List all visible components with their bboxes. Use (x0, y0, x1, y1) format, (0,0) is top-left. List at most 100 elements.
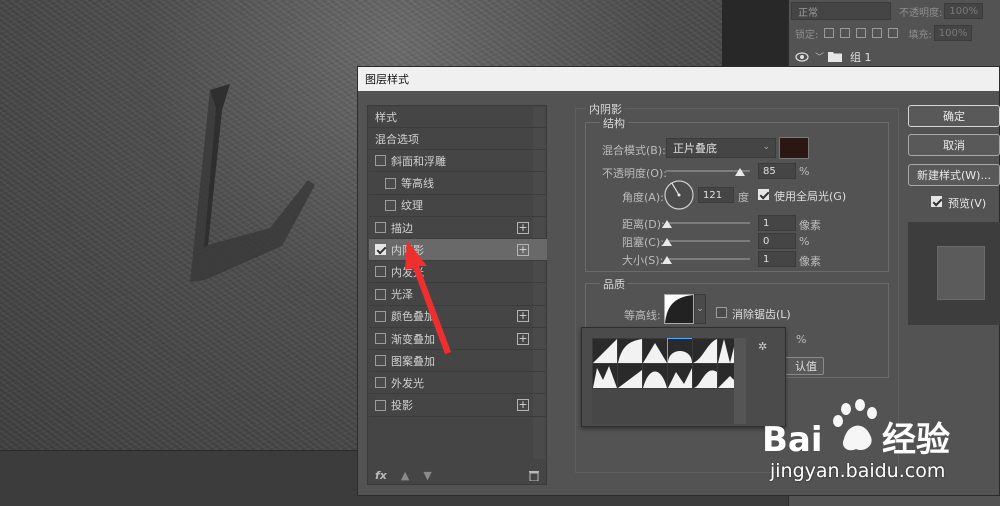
structure-title: 结构 (600, 115, 628, 131)
style-item[interactable]: 样式 (369, 106, 547, 128)
size-label: 大小(S): (622, 254, 664, 267)
preview-checkbox[interactable] (931, 196, 942, 207)
contour-preset[interactable] (667, 363, 693, 389)
blend-mode-select[interactable]: 正常 (791, 2, 891, 20)
add-effect-icon[interactable]: + (517, 243, 529, 256)
move-down-icon[interactable]: ▼ (423, 469, 431, 482)
style-item-checkbox[interactable] (375, 310, 386, 322)
svg-text:经验: 经验 (882, 420, 950, 460)
move-up-icon[interactable]: ▲ (401, 469, 409, 482)
style-item-label: 等高线 (401, 177, 434, 191)
letter-shape (190, 84, 315, 282)
lock-artboard-icon[interactable] (872, 28, 883, 38)
noise-unit: % (796, 333, 807, 346)
contour-preset[interactable] (692, 338, 718, 364)
style-item-checkbox[interactable] (375, 155, 386, 167)
style-item[interactable]: 等高线 (369, 173, 547, 195)
layer-row-group[interactable]: ﹀ 组 1 (789, 46, 1000, 68)
style-item-checkbox[interactable] (375, 399, 386, 411)
opacity-field[interactable]: 100% (944, 3, 983, 19)
style-item-checkbox[interactable] (385, 199, 396, 211)
choke-slider-thumb[interactable] (662, 238, 672, 246)
style-item-label: 混合选项 (375, 132, 419, 146)
style-item-checkbox[interactable] (375, 222, 386, 233)
svg-text:Bai: Bai (762, 420, 823, 460)
shadow-color-swatch[interactable] (779, 137, 809, 159)
trash-icon[interactable] (529, 470, 539, 481)
style-item-checkbox[interactable] (375, 355, 386, 367)
chevron-down-icon[interactable]: ﹀ (815, 50, 824, 63)
style-preview-swatch (937, 246, 985, 300)
eye-icon[interactable] (795, 51, 809, 62)
layer-name: 组 1 (850, 50, 872, 64)
opacity-label: 不透明度: (899, 7, 943, 19)
contour-label: 等高线: (624, 309, 661, 322)
style-item-checkbox[interactable] (375, 288, 386, 300)
lock-all-icon[interactable] (888, 28, 899, 38)
style-item-checkbox[interactable] (375, 244, 386, 256)
preview-label: 预览(V) (948, 197, 987, 210)
style-item[interactable]: 外发光 (369, 372, 547, 395)
shadow-blend-mode-value: 正片叠底 (673, 142, 717, 155)
style-item-checkbox[interactable] (385, 177, 396, 189)
lock-pixels-icon[interactable] (824, 28, 835, 38)
contour-preset[interactable] (592, 363, 618, 389)
distance-label: 距离(D): (622, 218, 665, 231)
contour-picker-scrollbar[interactable] (734, 338, 746, 424)
folder-icon (828, 52, 843, 62)
style-preview (908, 222, 1000, 325)
style-item[interactable]: 描边 + (369, 217, 547, 239)
size-input[interactable]: 1 (758, 251, 796, 267)
angle-input[interactable]: 121 (698, 187, 734, 203)
shadow-blend-mode-select[interactable]: 正片叠底 ⌄ (666, 138, 776, 158)
style-item-checkbox[interactable] (375, 266, 386, 278)
opacity-slider-thumb[interactable] (735, 168, 745, 176)
contour-preset[interactable] (692, 363, 718, 389)
size-slider-track[interactable] (666, 258, 750, 260)
lock-label: 锁定: (795, 29, 819, 41)
contour-preview[interactable] (664, 294, 694, 324)
contour-preset[interactable] (617, 363, 643, 389)
style-item[interactable]: 混合选项 (369, 128, 547, 151)
contour-preset-grid (592, 338, 743, 424)
anti-alias-checkbox[interactable] (716, 307, 727, 318)
style-item-checkbox[interactable] (375, 377, 386, 389)
gear-icon[interactable]: ✲ (758, 340, 767, 353)
style-item-checkbox[interactable] (375, 333, 386, 344)
opacity-input[interactable]: 85 (758, 163, 796, 179)
contour-dropdown-button[interactable]: ⌄ (694, 294, 706, 324)
lock-paint-icon[interactable] (840, 28, 851, 38)
anti-alias-label: 消除锯齿(L) (732, 308, 791, 321)
distance-slider-thumb[interactable] (662, 220, 672, 228)
lock-move-icon[interactable] (856, 28, 867, 38)
add-effect-icon[interactable]: + (517, 310, 529, 323)
distance-input[interactable]: 1 (758, 215, 796, 231)
contour-preset[interactable] (617, 338, 643, 364)
ok-button[interactable]: 确定 (908, 105, 1000, 127)
global-light-checkbox[interactable] (758, 189, 769, 200)
contour-picker-popup: ✲ (581, 327, 786, 427)
cancel-button[interactable]: 取消 (908, 134, 1000, 156)
angle-dial[interactable] (663, 179, 695, 211)
add-effect-icon[interactable]: + (517, 221, 529, 234)
style-list: 样式混合选项斜面和浮雕等高线纹理描边+内阴影+内发光光泽颜色叠加+渐变叠加+图案… (367, 105, 547, 485)
quality-title: 品质 (600, 276, 628, 292)
choke-unit: % (799, 235, 810, 248)
style-item[interactable]: 斜面和浮雕 (369, 150, 547, 173)
distance-slider-track[interactable] (666, 222, 750, 224)
style-item-label: 样式 (375, 110, 397, 124)
new-style-button[interactable]: 新建样式(W)... (908, 164, 1000, 186)
style-item[interactable]: 投影 + (369, 395, 547, 417)
add-effect-icon[interactable]: + (517, 332, 529, 345)
choke-slider-track[interactable] (666, 240, 750, 242)
choke-input[interactable]: 0 (758, 233, 796, 249)
contour-preset[interactable] (592, 338, 618, 364)
fill-field[interactable]: 100% (933, 25, 973, 41)
style-item[interactable]: 纹理 (369, 195, 547, 217)
contour-preset[interactable] (642, 363, 668, 389)
contour-preset[interactable] (667, 338, 693, 364)
add-effect-icon[interactable]: + (517, 399, 529, 412)
size-slider-thumb[interactable] (662, 256, 672, 264)
contour-preset[interactable] (642, 338, 668, 364)
fx-button[interactable]: fx (375, 469, 387, 482)
